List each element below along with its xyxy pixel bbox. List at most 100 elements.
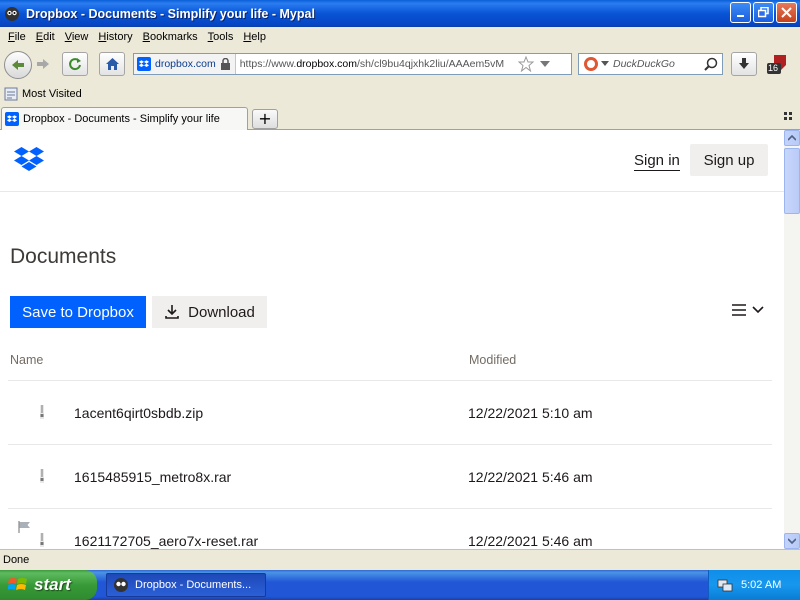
back-button[interactable]: [4, 51, 32, 79]
url-bar[interactable]: dropbox.com https://www.dropbox.com/sh/c…: [133, 53, 572, 75]
bookmark-star-icon[interactable]: [517, 56, 534, 72]
page-content: Sign in Sign up Documents Save to Dropbo…: [0, 130, 784, 549]
home-button[interactable]: [99, 52, 125, 76]
zip-file-icon: [40, 405, 44, 419]
mypal-app-icon: [114, 578, 128, 592]
file-name[interactable]: 1615485915_metro8x.rar: [74, 469, 231, 485]
download-label: Download: [188, 303, 255, 321]
taskbar-item-dropbox[interactable]: Dropbox - Documents...: [106, 573, 266, 597]
menu-file[interactable]: File: [3, 31, 31, 43]
download-button[interactable]: Download: [152, 296, 267, 328]
scroll-thumb[interactable]: [784, 148, 800, 214]
download-arrow-icon: [739, 58, 749, 69]
page-header: Sign in Sign up: [0, 130, 784, 192]
windows-logo-icon: [8, 578, 27, 590]
search-placeholder: DuckDuckGo: [613, 58, 675, 70]
forward-button[interactable]: [35, 57, 51, 74]
download-icon: [165, 305, 179, 319]
list-view-icon: [732, 304, 746, 316]
site-identity-button[interactable]: dropbox.com: [134, 54, 236, 74]
mypal-app-icon: [5, 6, 19, 21]
start-label: start: [34, 575, 71, 594]
window-titlebar: Dropbox - Documents - Simplify your life…: [0, 0, 800, 27]
taskbar-item-label: Dropbox - Documents...: [135, 579, 252, 591]
url-dropdown-icon[interactable]: [538, 59, 552, 69]
search-icon[interactable]: [704, 57, 718, 71]
duckduckgo-icon[interactable]: [583, 56, 599, 72]
tab-list-icon[interactable]: [784, 112, 794, 122]
window-title: Dropbox - Documents - Simplify your life…: [26, 6, 315, 21]
scroll-up-button[interactable]: [784, 130, 800, 146]
network-icon[interactable]: [717, 577, 733, 593]
scroll-up-arrow-icon: [788, 135, 796, 141]
windows-taskbar: start Dropbox - Documents... 5:02 AM: [0, 570, 800, 600]
view-options-toggle[interactable]: [732, 304, 764, 316]
vertical-scrollbar[interactable]: [784, 130, 800, 549]
restore-button[interactable]: [753, 2, 774, 23]
start-button[interactable]: start: [0, 570, 97, 600]
url-path: /sh/cl9bu4qjxhk2liu/AAAem5vM: [357, 58, 505, 70]
dropbox-favicon-icon: [5, 112, 19, 126]
sign-in-link[interactable]: Sign in: [634, 152, 680, 171]
menu-bookmarks[interactable]: Bookmarks: [138, 31, 203, 43]
close-button[interactable]: [776, 2, 797, 23]
reload-button[interactable]: [62, 52, 88, 76]
tab-label: Dropbox - Documents - Simplify your life: [23, 113, 220, 125]
archive-file-icon: [40, 533, 44, 547]
file-modified: 12/22/2021 5:10 am: [468, 405, 593, 421]
tab-strip: Dropbox - Documents - Simplify your life…: [0, 104, 800, 130]
file-row[interactable]: 1615485915_metro8x.rar 12/22/2021 5:46 a…: [8, 444, 772, 508]
status-text: Done: [3, 554, 30, 566]
menu-bar: File Edit View History Bookmarks Tools H…: [0, 27, 800, 47]
file-row[interactable]: 1acent6qirt0sbdb.zip 12/22/2021 5:10 am: [8, 380, 772, 444]
dropbox-favicon-icon: [137, 57, 151, 71]
minimize-icon: [736, 14, 744, 17]
most-visited-link[interactable]: Most Visited: [22, 88, 82, 100]
system-tray: 5:02 AM: [708, 570, 800, 600]
home-icon: [105, 58, 119, 70]
bookmarks-toolbar: Most Visited: [0, 84, 800, 104]
tab-dropbox-documents[interactable]: Dropbox - Documents - Simplify your life: [1, 107, 248, 130]
menu-view[interactable]: View: [60, 31, 94, 43]
most-visited-icon: [4, 87, 18, 101]
file-modified: 12/22/2021 5:46 am: [468, 533, 593, 549]
dropbox-logo-icon[interactable]: [14, 146, 44, 172]
forward-arrow-icon: [37, 59, 49, 69]
new-tab-button[interactable]: +: [252, 109, 278, 129]
addon-badge-button[interactable]: 16: [766, 53, 790, 75]
file-modified: 12/22/2021 5:46 am: [468, 469, 593, 485]
reload-icon: [69, 58, 81, 71]
menu-edit[interactable]: Edit: [31, 31, 60, 43]
menu-help[interactable]: Help: [238, 31, 271, 43]
scroll-down-arrow-icon: [788, 538, 796, 544]
sign-up-button[interactable]: Sign up: [690, 144, 768, 176]
back-arrow-icon: [12, 60, 24, 70]
site-identity-label: dropbox.com: [155, 58, 216, 70]
file-name[interactable]: 1621172705_aero7x-reset.rar: [74, 533, 258, 549]
clock[interactable]: 5:02 AM: [741, 579, 781, 591]
search-engine-dropdown-icon[interactable]: [601, 61, 609, 67]
url-prefix: https://www.: [239, 58, 297, 70]
flag-icon: [18, 521, 30, 533]
restore-icon: [758, 7, 769, 18]
menu-tools[interactable]: Tools: [203, 31, 239, 43]
minimize-button[interactable]: [730, 2, 751, 23]
addon-badge-count: 16: [768, 63, 779, 73]
column-header-name[interactable]: Name: [10, 353, 43, 367]
status-bar: Done: [0, 549, 800, 570]
lock-icon: [220, 58, 230, 70]
downloads-button[interactable]: [731, 52, 757, 76]
url-domain: dropbox.com: [296, 58, 358, 70]
archive-file-icon: [40, 469, 44, 483]
search-bar[interactable]: DuckDuckGo: [578, 53, 723, 75]
url-text[interactable]: https://www.dropbox.com/sh/cl9bu4qjxhk2l…: [236, 58, 516, 70]
file-row[interactable]: 1621172705_aero7x-reset.rar 12/22/2021 5…: [8, 508, 772, 549]
save-to-dropbox-button[interactable]: Save to Dropbox: [10, 296, 146, 328]
close-icon: [781, 7, 792, 18]
chevron-down-icon: [752, 306, 764, 314]
page-title: Documents: [10, 245, 117, 268]
scroll-down-button[interactable]: [784, 533, 800, 549]
file-name[interactable]: 1acent6qirt0sbdb.zip: [74, 405, 203, 421]
menu-history[interactable]: History: [93, 31, 137, 43]
column-header-modified[interactable]: Modified: [469, 353, 516, 367]
